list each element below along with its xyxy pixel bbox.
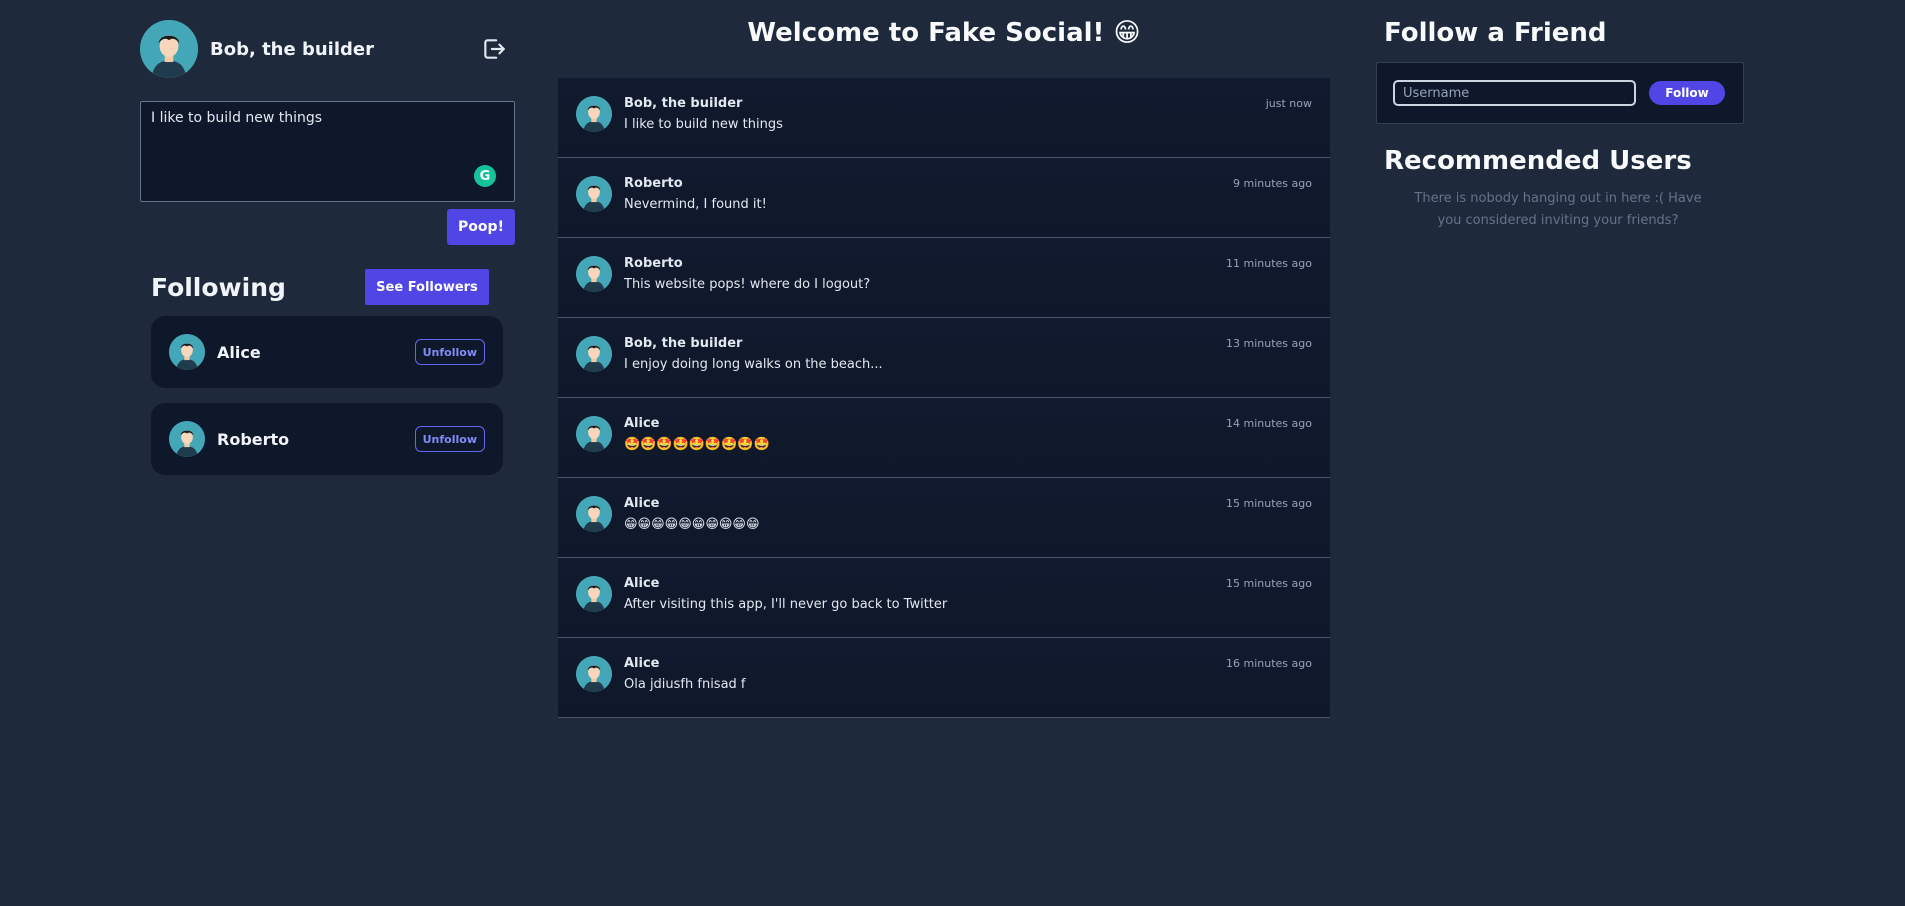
left-sidebar: Bob, the builder I like to build new thi… xyxy=(140,20,515,475)
username-input[interactable] xyxy=(1393,80,1636,106)
post-timestamp: 15 minutes ago xyxy=(1226,577,1312,590)
following-item: Roberto Unfollow xyxy=(151,403,503,475)
avatar xyxy=(169,421,205,457)
post-text: This website pops! where do I logout? xyxy=(624,277,871,292)
avatar[interactable] xyxy=(140,20,198,78)
feed-post: Alice 😁😁😁😁😁😁😁😁😁😁 15 minutes ago xyxy=(558,478,1330,558)
feed-post: Alice 🤩🤩🤩🤩🤩🤩🤩🤩🤩 14 minutes ago xyxy=(558,398,1330,478)
post-author: Alice xyxy=(624,576,660,591)
avatar xyxy=(169,334,205,370)
post-author: Roberto xyxy=(624,256,683,271)
follow-button[interactable]: Follow xyxy=(1649,81,1725,105)
following-header: Following See Followers xyxy=(151,269,489,305)
post-text: Ola jdiusfh fnisad f xyxy=(624,677,746,692)
post-text: I enjoy doing long walks on the beach... xyxy=(624,357,883,372)
post-text: I like to build new things xyxy=(624,117,783,132)
following-title: Following xyxy=(151,272,286,302)
post-author: Alice xyxy=(624,656,660,671)
post-composer[interactable]: I like to build new things G xyxy=(140,101,515,202)
recommended-empty-text: There is nobody hanging out in here :( H… xyxy=(1414,191,1702,228)
post-author: Alice xyxy=(624,416,660,431)
post-author: Bob, the builder xyxy=(624,336,743,351)
avatar xyxy=(576,336,612,372)
following-item: Alice Unfollow xyxy=(151,316,503,388)
feed-post: Roberto This website pops! where do I lo… xyxy=(558,238,1330,318)
post-author: Alice xyxy=(624,496,660,511)
post-text: Nevermind, I found it! xyxy=(624,197,767,212)
follow-friend-form: Follow xyxy=(1376,62,1744,124)
profile-name: Bob, the builder xyxy=(210,38,374,60)
post-author: Bob, the builder xyxy=(624,96,743,111)
post-timestamp: 13 minutes ago xyxy=(1226,337,1312,350)
unfollow-button[interactable]: Unfollow xyxy=(414,426,485,452)
avatar xyxy=(576,256,612,292)
submit-post-button[interactable]: Poop! xyxy=(447,209,515,245)
avatar xyxy=(576,496,612,532)
follow-friend-title: Follow a Friend xyxy=(1384,18,1607,48)
feed-post: Alice Ola jdiusfh fnisad f 16 minutes ag… xyxy=(558,638,1330,718)
grammarly-icon[interactable]: G xyxy=(474,165,496,187)
following-list: Alice Unfollow Roberto Unfollow xyxy=(151,316,503,490)
post-text: 😁😁😁😁😁😁😁😁😁😁 xyxy=(624,517,760,532)
composer-text: I like to build new things xyxy=(151,110,323,126)
avatar xyxy=(576,96,612,132)
post-text: 🤩🤩🤩🤩🤩🤩🤩🤩🤩 xyxy=(624,437,770,452)
avatar xyxy=(576,176,612,212)
avatar xyxy=(576,656,612,692)
feed-post: Alice After visiting this app, I'll neve… xyxy=(558,558,1330,638)
feed-post: Roberto Nevermind, I found it! 9 minutes… xyxy=(558,158,1330,238)
following-name: Roberto xyxy=(217,429,290,449)
following-name: Alice xyxy=(217,342,261,362)
see-followers-button[interactable]: See Followers xyxy=(365,269,489,305)
unfollow-button[interactable]: Unfollow xyxy=(414,339,485,365)
post-text: After visiting this app, I'll never go b… xyxy=(624,597,948,612)
post-timestamp: 11 minutes ago xyxy=(1226,257,1312,270)
post-timestamp: 9 minutes ago xyxy=(1233,177,1312,190)
recommended-title: Recommended Users xyxy=(1384,146,1692,176)
post-timestamp: just now xyxy=(1265,97,1312,110)
logout-icon[interactable] xyxy=(481,36,507,62)
profile-header: Bob, the builder xyxy=(140,20,515,78)
avatar xyxy=(576,576,612,612)
page-title: Welcome to Fake Social! 😁 xyxy=(747,18,1141,48)
feed-post: Bob, the builder I enjoy doing long walk… xyxy=(558,318,1330,398)
post-timestamp: 16 minutes ago xyxy=(1226,657,1312,670)
right-sidebar: Follow a Friend Follow Recommended Users… xyxy=(1376,18,1744,232)
post-author: Roberto xyxy=(624,176,683,191)
avatar xyxy=(576,416,612,452)
feed-post: Bob, the builder I like to build new thi… xyxy=(558,78,1330,158)
post-timestamp: 15 minutes ago xyxy=(1226,497,1312,510)
post-timestamp: 14 minutes ago xyxy=(1226,417,1312,430)
feed: Bob, the builder I like to build new thi… xyxy=(558,78,1330,718)
